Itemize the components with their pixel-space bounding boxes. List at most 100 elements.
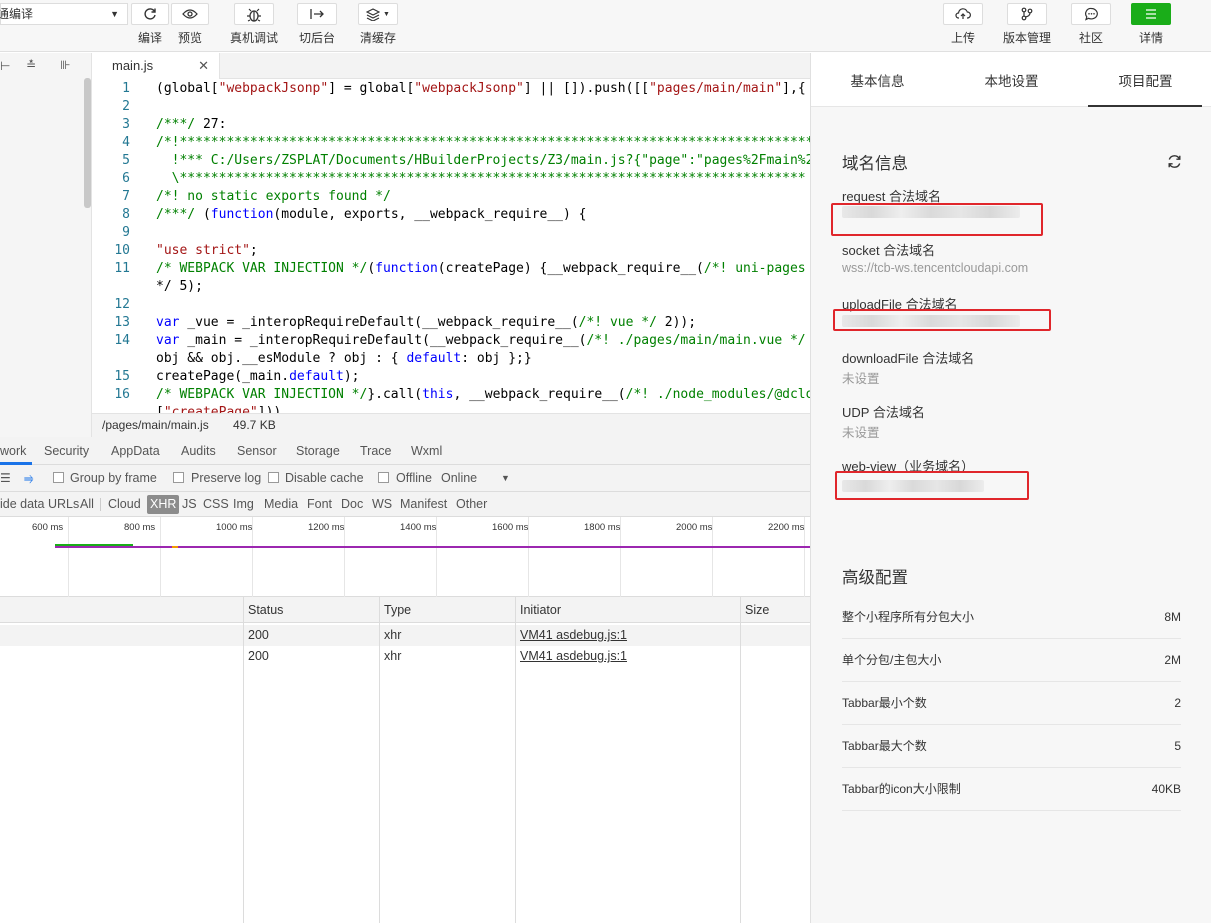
highlight-box xyxy=(835,471,1029,500)
sort-icon[interactable]: ≛ xyxy=(26,58,36,72)
column-initiator[interactable]: Initiator xyxy=(520,597,561,623)
disable-cache-checkbox[interactable] xyxy=(268,472,279,483)
line-number: 11 xyxy=(114,261,130,276)
advanced-row-value: 8M xyxy=(1164,610,1181,624)
details-tab-bar: 基本信息 本地设置 项目配置 xyxy=(811,53,1211,107)
compile-button[interactable] xyxy=(131,3,169,25)
tab-trace[interactable]: Trace xyxy=(360,437,392,465)
advanced-row: Tabbar的icon大小限制 40KB xyxy=(842,768,1181,811)
chevron-down-icon[interactable]: ▼ xyxy=(501,465,510,492)
details-button[interactable] xyxy=(1131,3,1171,25)
remote-debug-button[interactable] xyxy=(234,3,274,25)
upload-button[interactable] xyxy=(943,3,983,25)
column-type[interactable]: Type xyxy=(384,597,411,623)
code-line: "use strict"; xyxy=(156,243,258,258)
details-label: 详情 xyxy=(1138,31,1163,45)
code-line: var _main = _interopRequireDefault(__web… xyxy=(156,333,806,348)
tab-wxml[interactable]: Wxml xyxy=(411,437,442,465)
disable-cache-label: Disable cache xyxy=(285,471,364,485)
column-divider xyxy=(243,597,244,923)
editor-tab-main-js[interactable]: main.js ✕ xyxy=(92,53,220,79)
editor-tab-label: main.js xyxy=(112,58,154,73)
panel-toggle-icon[interactable]: ⊪ xyxy=(60,58,70,72)
timeline-tick: 1600 ms xyxy=(492,522,529,533)
row-status: 200 xyxy=(248,628,269,642)
hide-data-urls-label[interactable]: ide data URLs xyxy=(0,492,79,517)
row-initiator-link[interactable]: VM41 asdebug.js:1 xyxy=(520,625,627,646)
domain-section-title: 域名信息 xyxy=(842,155,908,173)
file-tree-scrollbar[interactable] xyxy=(84,78,91,208)
code-line: obj && obj.__esModule ? obj : { default:… xyxy=(156,351,532,366)
tab-storage[interactable]: Storage xyxy=(296,437,340,465)
refresh-icon xyxy=(144,8,156,20)
file-path: /pages/main/main.js xyxy=(102,418,209,432)
tab-appdata[interactable]: AppData xyxy=(111,437,160,465)
version-manage-button[interactable] xyxy=(1007,3,1047,25)
community-button[interactable] xyxy=(1071,3,1111,25)
advanced-row-value: 2 xyxy=(1174,696,1181,710)
tab-security[interactable]: Security xyxy=(44,437,89,465)
filter-img[interactable]: Img xyxy=(233,492,254,517)
filter-xhr[interactable]: XHR xyxy=(147,495,180,514)
filter-all[interactable]: All xyxy=(80,492,94,517)
group-by-frame-checkbox[interactable] xyxy=(53,472,64,483)
line-number: 15 xyxy=(114,369,130,384)
timeline-tick: 2000 ms xyxy=(676,522,713,533)
waterfall-icon[interactable]: ⥤ xyxy=(24,471,34,486)
tab-project-config[interactable]: 项目配置 xyxy=(1079,53,1211,111)
filter-js[interactable]: JS xyxy=(182,492,197,517)
compile-mode-value: 普通编译 xyxy=(0,7,34,21)
code-line: /* WEBPACK VAR INJECTION */}.call(this, … xyxy=(156,387,810,402)
version-branch-icon xyxy=(1021,7,1033,21)
close-icon[interactable]: ✕ xyxy=(198,53,209,79)
tab-basic-info[interactable]: 基本信息 xyxy=(811,53,944,111)
row-initiator-link[interactable]: VM41 asdebug.js:1 xyxy=(520,646,627,667)
highlight-box xyxy=(833,309,1051,331)
table-row[interactable]: 200 xhr VM41 asdebug.js:1 xyxy=(0,646,810,667)
row-status: 200 xyxy=(248,649,269,663)
advanced-row-label: Tabbar的icon大小限制 xyxy=(842,782,961,796)
tab-sensor[interactable]: Sensor xyxy=(237,437,277,465)
advanced-row-label: 单个分包/主包大小 xyxy=(842,653,942,667)
list-view-icon[interactable]: ☰ xyxy=(0,471,11,485)
compile-mode-select[interactable]: 普通编译 ▼ xyxy=(0,3,128,25)
filter-font[interactable]: Font xyxy=(307,492,332,517)
throttling-select[interactable]: Online xyxy=(441,465,477,492)
code-line: */ 5); xyxy=(156,279,203,294)
column-size[interactable]: Size xyxy=(745,597,769,623)
tab-audits[interactable]: Audits xyxy=(181,437,216,465)
timeline-bar xyxy=(55,546,810,548)
switch-background-button[interactable] xyxy=(297,3,337,25)
timeline-gridline xyxy=(160,517,161,597)
filter-cloud[interactable]: Cloud xyxy=(108,492,141,517)
line-number: 12 xyxy=(114,297,130,312)
timeline-bar xyxy=(172,546,178,548)
code-line: !*** C:/Users/ZSPLAT/Documents/HBuilderP… xyxy=(156,153,810,168)
column-status[interactable]: Status xyxy=(248,597,283,623)
preview-button[interactable] xyxy=(171,3,209,25)
code-editor[interactable]: 1 (global["webpackJsonp"] = global["webpa… xyxy=(92,79,810,413)
tab-local-settings[interactable]: 本地设置 xyxy=(945,53,1078,111)
filter-other[interactable]: Other xyxy=(456,492,487,517)
downloadfile-domain-value: 未设置 xyxy=(842,372,880,386)
filter-media[interactable]: Media xyxy=(264,492,298,517)
advanced-row-value: 40KB xyxy=(1151,782,1181,796)
refresh-icon[interactable] xyxy=(1167,154,1182,169)
filter-doc[interactable]: Doc xyxy=(341,492,363,517)
preserve-log-checkbox[interactable] xyxy=(173,472,184,483)
collapse-icon[interactable]: ⊢ xyxy=(0,59,10,73)
filter-ws[interactable]: WS xyxy=(372,492,392,517)
clear-cache-button[interactable]: ▼ xyxy=(358,3,398,25)
network-timeline[interactable]: 600 ms 800 ms 1000 ms 1200 ms 1400 ms 1600 ms… xyxy=(0,517,810,597)
filter-css[interactable]: CSS xyxy=(203,492,229,517)
remote-debug-label: 真机调试 xyxy=(229,31,278,45)
code-line: /*! no static exports found */ xyxy=(156,189,391,204)
advanced-row: 单个分包/主包大小 2M xyxy=(842,639,1181,682)
filter-manifest[interactable]: Manifest xyxy=(400,492,447,517)
table-row[interactable]: 200 xhr VM41 asdebug.js:1 xyxy=(0,625,810,646)
offline-checkbox[interactable] xyxy=(378,472,389,483)
timeline-tick: 600 ms xyxy=(32,522,64,533)
tab-network[interactable]: work xyxy=(0,437,26,465)
line-number: 8 xyxy=(122,207,130,222)
downloadfile-domain-label: downloadFile 合法域名 xyxy=(842,351,975,366)
